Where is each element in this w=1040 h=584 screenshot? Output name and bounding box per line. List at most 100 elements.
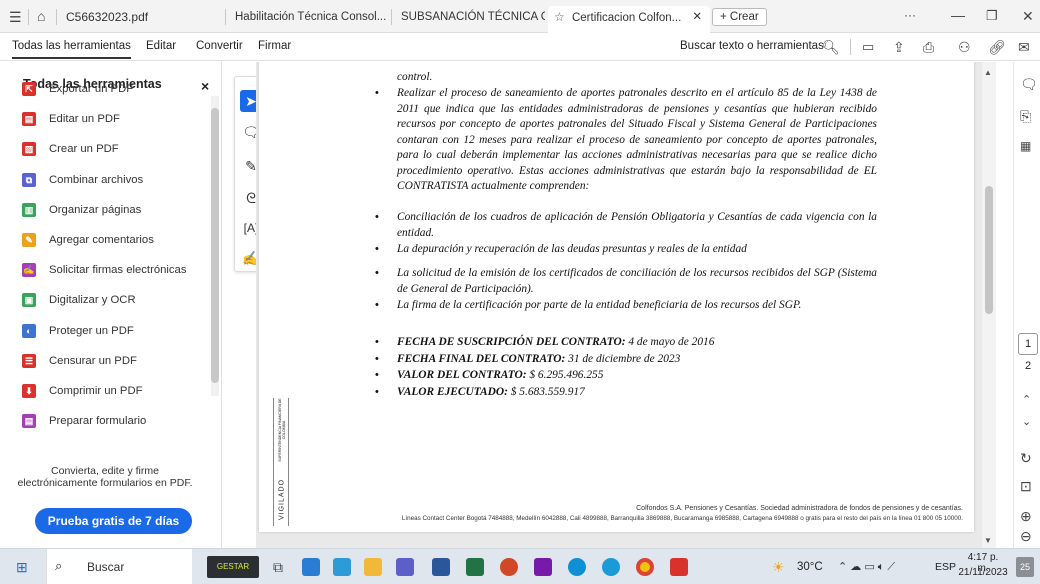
- bullet-marker: •: [375, 336, 379, 348]
- tool-item[interactable]: ▤ Editar un PDF: [22, 109, 120, 129]
- teams-app-icon[interactable]: [396, 558, 414, 576]
- fit-page-icon[interactable]: ⊡: [1020, 478, 1032, 494]
- refresh-icon[interactable]: ↻: [1020, 450, 1032, 466]
- tool-item[interactable]: ⬇ Comprimir un PDF: [22, 381, 143, 401]
- outlook-app-icon[interactable]: [302, 558, 320, 576]
- tab-certificacion[interactable]: ☆ Certificacion Colfon... ✕: [548, 6, 710, 33]
- fact-label: FECHA FINAL DEL CONTRATO:: [397, 352, 566, 365]
- fact-value: $ 5.683.559.917: [510, 385, 585, 398]
- bullet-marker: •: [375, 211, 379, 223]
- scroll-up-icon[interactable]: ▲: [984, 68, 992, 77]
- notifications-badge[interactable]: 25: [1016, 557, 1034, 577]
- document-viewer[interactable]: control. • Realizar el proceso de saneami…: [256, 62, 996, 548]
- minimize-icon[interactable]: —: [951, 7, 965, 23]
- menu-convert[interactable]: Convertir: [196, 40, 243, 52]
- menu-icon[interactable]: ☰: [9, 9, 22, 25]
- chrome-app-icon[interactable]: [636, 558, 654, 576]
- tool-label: Proteger un PDF: [49, 324, 134, 337]
- home-icon[interactable]: ⌂: [37, 8, 45, 24]
- save-icon[interactable]: ▭: [862, 39, 874, 55]
- file-explorer-icon[interactable]: [364, 558, 382, 576]
- tool-item[interactable]: ⇱ Exportar un PDF: [22, 79, 133, 99]
- zoom-in-icon[interactable]: ⊕: [1020, 508, 1032, 524]
- bullet-marker: •: [375, 267, 379, 279]
- taskbar-search[interactable]: ⌕ Buscar: [46, 549, 192, 584]
- clock-date[interactable]: 21/11/2023: [958, 567, 1008, 578]
- tool-item[interactable]: ▨ Crear un PDF: [22, 139, 119, 159]
- search-tools-button[interactable]: Buscar texto o herramientas: [680, 40, 824, 52]
- search-icon[interactable]: 🔍︎: [822, 39, 840, 55]
- bullet-marker: •: [375, 352, 379, 365]
- window-close-icon[interactable]: ✕: [1022, 8, 1034, 24]
- tool-icon: ☰: [22, 353, 36, 368]
- bullet-marker: •: [375, 299, 379, 311]
- doc-bullet-text: La depuración y recuperación de las deud…: [397, 243, 747, 255]
- tab-habilitacion[interactable]: Habilitación Técnica Consol...: [229, 6, 389, 28]
- menu-all-tools[interactable]: Todas las herramientas: [12, 40, 131, 59]
- close-tab-icon[interactable]: ✕: [692, 6, 702, 28]
- tool-icon: ✍: [22, 263, 36, 278]
- powerpoint-app-icon[interactable]: [500, 558, 518, 576]
- tool-item[interactable]: ✍ Solicitar firmas electrónicas: [22, 260, 187, 280]
- weather-temp[interactable]: 30°C: [797, 561, 823, 573]
- document-scrollbar[interactable]: ▲ ▼: [982, 62, 996, 548]
- scroll-down-icon[interactable]: ▼: [984, 536, 992, 545]
- tool-item[interactable]: ▤ Preparar formulario: [22, 411, 146, 431]
- fact-label: FECHA DE SUSCRIPCIÓN DEL CONTRATO:: [397, 336, 626, 348]
- link-icon[interactable]: 🔗︎: [988, 39, 1006, 55]
- contract-fact: VALOR EJECUTADO: $ 5.683.559.917: [397, 385, 877, 401]
- restore-icon[interactable]: ❐: [986, 8, 998, 24]
- browser-tab-bar: ☰ ⌂ C56632023.pdf Habilitación Técnica C…: [0, 0, 1040, 33]
- system-tray-icons[interactable]: ⌃ ☁ ▭ 🔈︎ ⟋: [838, 560, 895, 574]
- acrobat-app-icon[interactable]: [670, 558, 688, 576]
- tool-item[interactable]: ▥ Organizar páginas: [22, 200, 141, 220]
- onenote-app-icon[interactable]: [534, 558, 552, 576]
- fact-label: VALOR DEL CONTRATO:: [397, 369, 527, 381]
- close-panel-icon[interactable]: ×: [201, 78, 209, 94]
- windows-start-icon[interactable]: ⊞: [16, 559, 28, 575]
- doc-bullet-text: Conciliación de los cuadros de aplicació…: [397, 211, 877, 239]
- edge-app-icon[interactable]: [568, 558, 586, 576]
- page-number-next[interactable]: 2: [1018, 360, 1038, 372]
- excel-app-icon[interactable]: [466, 558, 484, 576]
- email-icon[interactable]: ✉: [1018, 39, 1030, 55]
- upload-icon[interactable]: ⇪: [893, 39, 905, 55]
- toolbar: Todas las herramientas Editar Convertir …: [0, 33, 1040, 61]
- tool-item[interactable]: ▣ Digitalizar y OCR: [22, 290, 136, 310]
- comments-icon[interactable]: 🗨︎: [1020, 76, 1038, 92]
- tool-item[interactable]: ☰ Censurar un PDF: [22, 351, 137, 371]
- menu-sign[interactable]: Firmar: [258, 40, 291, 52]
- language-indicator[interactable]: ESP: [935, 561, 956, 573]
- page-down-icon[interactable]: ⌄: [1022, 414, 1031, 430]
- panel-scrollbar[interactable]: [211, 96, 219, 396]
- word-app-icon[interactable]: [432, 558, 450, 576]
- menu-edit[interactable]: Editar: [146, 40, 176, 52]
- zoom-out-icon[interactable]: ⊖: [1020, 528, 1032, 544]
- contract-fact: FECHA DE SUSCRIPCIÓN DEL CONTRATO: 4 de …: [397, 335, 877, 351]
- weather-icon[interactable]: ☀: [772, 559, 785, 575]
- thumbnails-icon[interactable]: ▦: [1020, 138, 1031, 154]
- task-view-icon[interactable]: ⧉: [273, 559, 283, 575]
- tool-label: Censurar un PDF: [49, 354, 137, 367]
- footer-company: Colfondos S.A. Pensiones y Cesantías. So…: [636, 505, 963, 512]
- tool-label: Organizar páginas: [49, 203, 142, 216]
- tool-item[interactable]: ◐ Proteger un PDF: [22, 321, 134, 341]
- edge-beta-app-icon[interactable]: [602, 558, 620, 576]
- trial-button[interactable]: Prueba gratis de 7 días: [35, 508, 192, 534]
- tab-file[interactable]: C56632023.pdf: [60, 6, 220, 28]
- new-tab-button[interactable]: + Crear: [712, 8, 767, 26]
- print-icon[interactable]: ⎙: [923, 39, 934, 55]
- gestar-logo[interactable]: GESTAR: [207, 556, 259, 578]
- ai-assistant-icon[interactable]: ⚇: [958, 39, 971, 55]
- more-icon[interactable]: ···: [904, 7, 916, 23]
- tool-item[interactable]: ⧉ Combinar archivos: [22, 170, 143, 190]
- page-up-icon[interactable]: ⌃: [1022, 392, 1031, 408]
- tool-item[interactable]: ✎ Agregar comentarios: [22, 230, 154, 250]
- doc-bullet-text: La firma de la certificación por parte d…: [397, 299, 802, 311]
- people-app-icon[interactable]: [333, 558, 351, 576]
- star-icon[interactable]: ☆: [554, 10, 565, 24]
- tab-subsanacion[interactable]: SUBSANACIÓN TÉCNICA C...: [395, 6, 545, 28]
- bookmarks-icon[interactable]: ⎘: [1020, 108, 1031, 124]
- page-number-current[interactable]: 1: [1018, 333, 1038, 355]
- tool-icon: ▥: [22, 202, 36, 217]
